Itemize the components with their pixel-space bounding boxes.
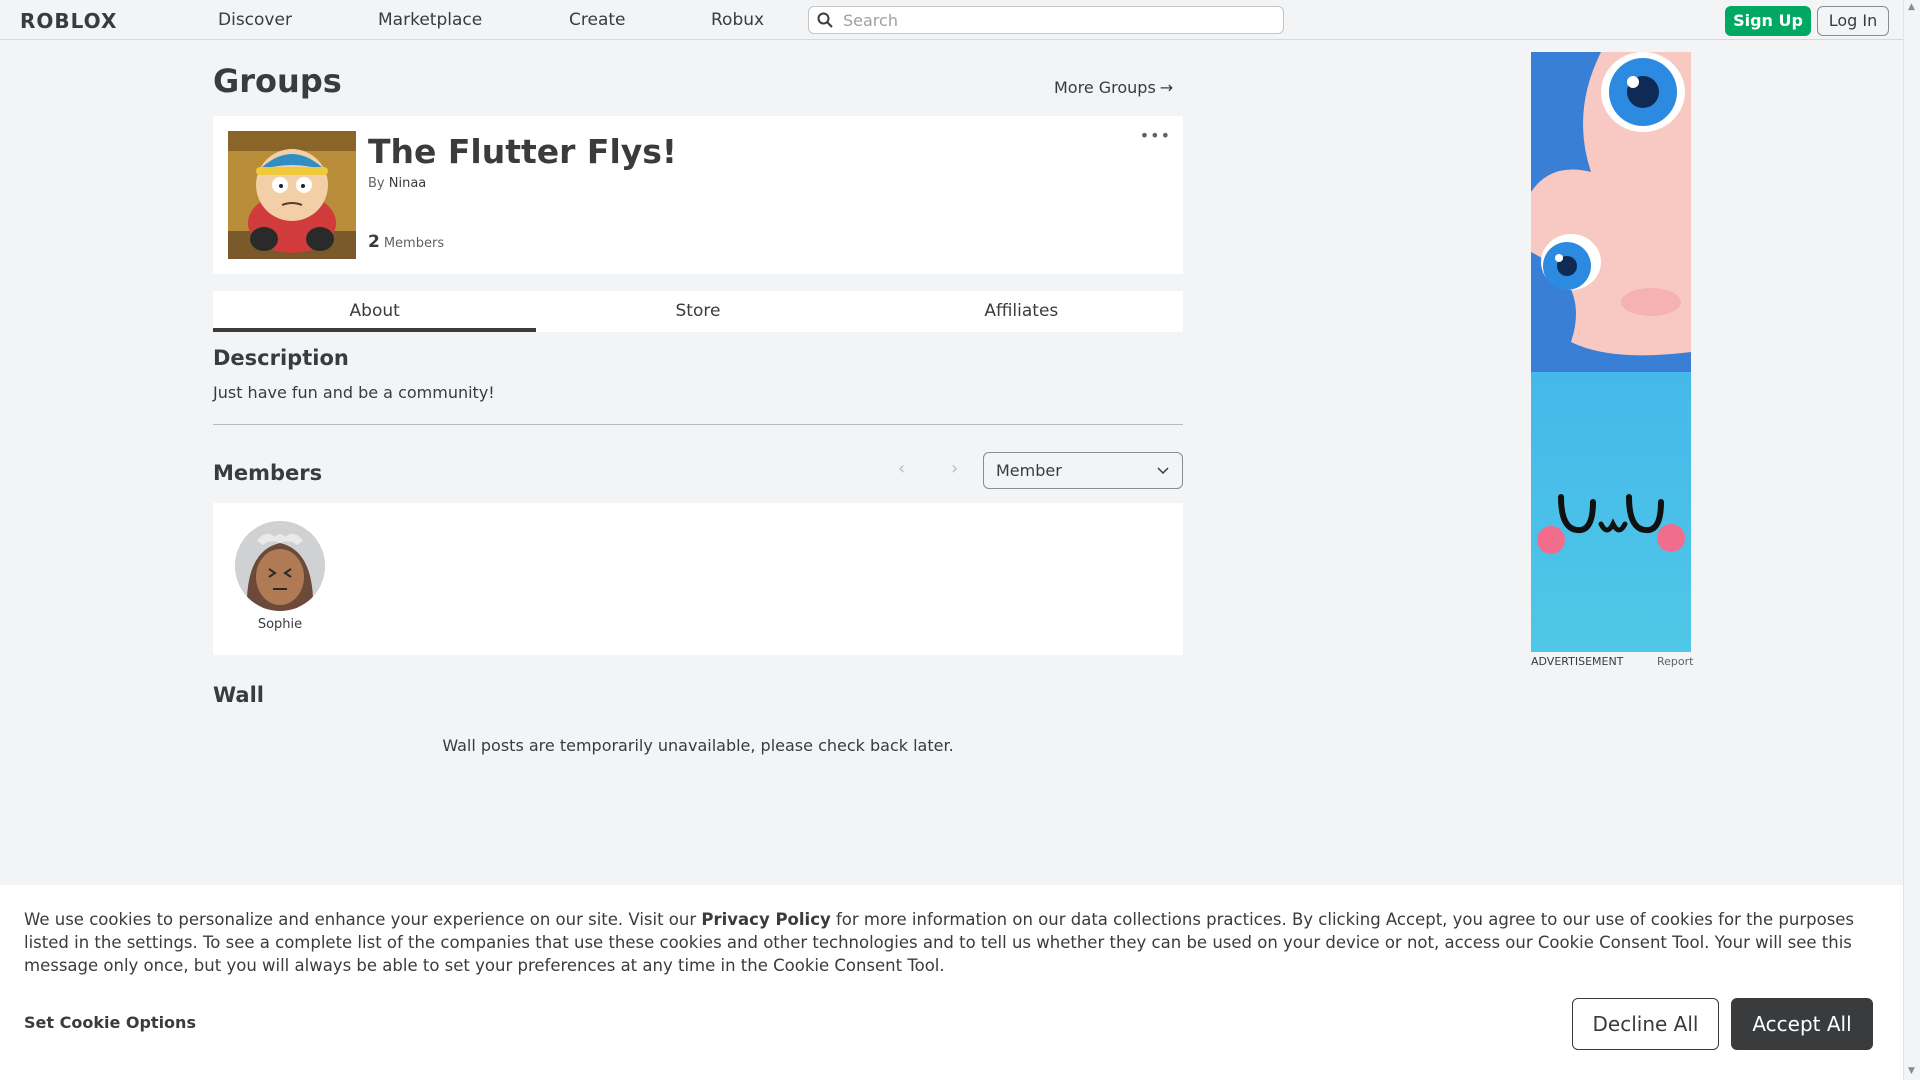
- tab-store[interactable]: Store: [536, 291, 859, 332]
- tab-about[interactable]: About: [213, 291, 537, 332]
- accept-all-button[interactable]: Accept All: [1731, 998, 1873, 1050]
- roblox-logo[interactable]: ROBLOX: [20, 9, 117, 33]
- members-list: Sophie: [213, 503, 1183, 655]
- nav-create[interactable]: Create: [569, 10, 626, 30]
- description-heading: Description: [213, 346, 349, 370]
- role-dropdown[interactable]: Member: [983, 452, 1183, 489]
- members-label: Members: [383, 236, 445, 251]
- member-count-value: 2: [368, 232, 380, 252]
- chevron-right-icon[interactable]: ›: [951, 458, 958, 479]
- advertisement-banner[interactable]: [1531, 52, 1691, 652]
- group-member-count: 2 Members: [368, 232, 444, 252]
- search-box[interactable]: [808, 6, 1284, 34]
- more-groups-label: More Groups: [1054, 78, 1156, 97]
- more-groups-link[interactable]: More Groups →: [1054, 78, 1173, 97]
- by-label: By: [368, 176, 385, 191]
- set-cookie-options-link[interactable]: Set Cookie Options: [24, 1013, 196, 1032]
- advertisement-label: ADVERTISEMENT: [1531, 655, 1624, 668]
- divider: [213, 424, 1183, 425]
- nav-marketplace[interactable]: Marketplace: [378, 10, 482, 30]
- role-selected: Member: [996, 461, 1062, 480]
- wall-unavailable-message: Wall posts are temporarily unavailable, …: [442, 736, 954, 755]
- nav-discover[interactable]: Discover: [218, 10, 292, 30]
- group-description: Just have fun and be a community!: [213, 383, 495, 402]
- cookie-banner: We use cookies to personalize and enhanc…: [0, 885, 1903, 1080]
- avatar: [235, 521, 325, 611]
- member-card[interactable]: Sophie: [235, 521, 325, 632]
- decline-all-button[interactable]: Decline All: [1572, 998, 1719, 1050]
- wall-heading: Wall: [213, 683, 264, 707]
- chevron-down-icon: [1157, 467, 1169, 475]
- cookie-text-start: We use cookies to personalize and enhanc…: [24, 910, 702, 929]
- scroll-down-icon[interactable]: ▼: [1908, 1066, 1915, 1076]
- page-title: Groups: [213, 62, 342, 100]
- cookie-message: We use cookies to personalize and enhanc…: [24, 908, 1880, 977]
- group-name: The Flutter Flys!: [368, 132, 677, 171]
- chevron-left-icon[interactable]: ‹: [898, 458, 905, 479]
- nav-robux[interactable]: Robux: [711, 10, 764, 30]
- page-scrollbar[interactable]: ▲ ▼: [1903, 0, 1920, 1080]
- log-in-button[interactable]: Log In: [1817, 6, 1889, 36]
- tab-affiliates[interactable]: Affiliates: [860, 291, 1183, 332]
- group-header-card: The Flutter Flys! By Ninaa 2 Members •••: [213, 116, 1183, 274]
- search-icon: [817, 12, 833, 28]
- group-tabs: About Store Affiliates: [213, 291, 1183, 332]
- owner-link[interactable]: Ninaa: [389, 176, 427, 191]
- group-emblem: [228, 131, 356, 259]
- top-nav: ROBLOX Discover Marketplace Create Robux…: [0, 0, 1903, 40]
- arrow-right-icon: →: [1159, 78, 1174, 97]
- privacy-policy-link[interactable]: Privacy Policy: [701, 910, 830, 929]
- group-owner: By Ninaa: [368, 176, 426, 191]
- sign-up-button[interactable]: Sign Up: [1725, 6, 1811, 36]
- report-ad-link[interactable]: Report: [1657, 655, 1693, 668]
- members-heading: Members: [213, 461, 323, 485]
- more-options-icon[interactable]: •••: [1140, 126, 1171, 145]
- search-input[interactable]: [843, 10, 1273, 30]
- member-name: Sophie: [257, 617, 303, 632]
- scroll-up-icon[interactable]: ▲: [1908, 2, 1915, 12]
